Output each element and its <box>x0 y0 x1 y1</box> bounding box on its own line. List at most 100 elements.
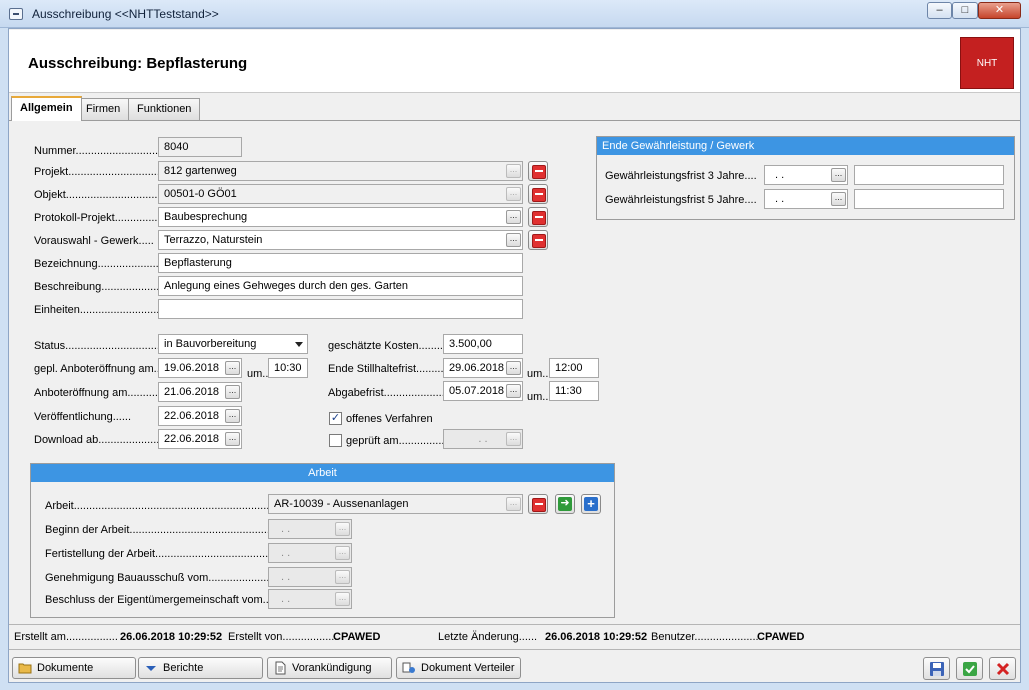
offenes-verfahren-checkbox[interactable]: ✓ <box>329 412 342 425</box>
arbeit-remove-button[interactable] <box>528 494 548 514</box>
status-value: in Bauvorbereitung <box>164 338 257 350</box>
status-label: Status.................................. <box>34 340 170 352</box>
vorauswahl-field[interactable]: Terrazzo, Naturstein <box>158 230 523 250</box>
stillhalte-label: Ende Stillhaltefrist........... <box>328 363 450 375</box>
erstellt-von-value: CPAWED <box>333 631 381 643</box>
tab-funktionen[interactable]: Funktionen <box>128 98 201 120</box>
protokoll-field[interactable]: Baubesprechung <box>158 207 523 227</box>
veroeff-label: Veröffentlichung...... <box>34 411 132 423</box>
vorankuendigung-button-label: Vorankündigung <box>292 662 372 674</box>
geprueft-date-picker-button[interactable]: ... <box>506 432 521 446</box>
genehmigung-label: Genehmigung Bauausschuß vom.............… <box>45 572 282 584</box>
chevron-down-icon <box>295 342 303 347</box>
erstellt-am-label: Erstellt am................. <box>14 631 118 643</box>
beginn-label: Beginn der Arbeit.......................… <box>45 524 292 536</box>
einheiten-field[interactable] <box>158 299 523 319</box>
page-title: Ausschreibung: Bepflasterung <box>28 55 248 72</box>
gepl-label: gepl. Anboteröffnung am.. <box>34 363 160 375</box>
protokoll-label: Protokoll-Projekt.................. <box>34 212 170 224</box>
anbot-label: Anboteröffnung am.......... <box>34 387 158 399</box>
stillhalte-date-picker-button[interactable]: ... <box>506 361 521 375</box>
plus-icon: + <box>584 497 598 511</box>
vorauswahl-browse-button[interactable]: ... <box>506 233 521 247</box>
download-label: Download ab..................... <box>34 434 163 446</box>
minimize-button[interactable]: – <box>927 2 952 19</box>
close-button[interactable]: ✕ <box>978 2 1021 19</box>
projekt-field[interactable]: 812 gartenweg <box>158 161 523 181</box>
dokumente-button-label: Dokumente <box>37 662 94 674</box>
anbot-date-picker-button[interactable]: ... <box>225 385 240 399</box>
dokument-verteiler-button[interactable]: Dokument Verteiler <box>396 657 521 679</box>
offenes-verfahren-label: offenes Verfahren <box>346 413 433 425</box>
gewaehr-3-note-field[interactable] <box>854 165 1004 185</box>
vorauswahl-label: Vorauswahl - Gewerk..... <box>34 235 154 247</box>
nummer-label: Nummer............................. <box>34 145 165 157</box>
benutzer-value: CPAWED <box>757 631 805 643</box>
projekt-browse-button[interactable]: ... <box>506 164 521 178</box>
fertigstellung-label: Fertistellung der Arbeit................… <box>45 548 302 560</box>
distribution-icon <box>402 662 415 673</box>
cancel-button[interactable] <box>989 657 1016 680</box>
folder-icon <box>18 663 32 674</box>
benutzer-label: Benutzer...................... <box>651 631 762 643</box>
arbeit-group-title: Arbeit <box>31 464 614 482</box>
nummer-field[interactable]: 8040 <box>158 137 242 157</box>
kosten-label: geschätzte Kosten......... <box>328 340 447 352</box>
system-menu-icon[interactable] <box>9 8 23 20</box>
stillhalte-um-label: um.. <box>527 368 549 380</box>
bezeichnung-field[interactable]: Bepflasterung <box>158 253 523 273</box>
status-select[interactable]: in Bauvorbereitung <box>158 334 308 354</box>
download-date-picker-button[interactable]: ... <box>225 432 240 446</box>
arbeit-browse-button[interactable]: ... <box>506 497 521 511</box>
abgabe-time-field[interactable]: 11:30 <box>549 381 599 401</box>
gewaehr-5-date-picker-button[interactable]: ... <box>831 192 846 206</box>
abgabe-date-picker-button[interactable]: ... <box>506 384 521 398</box>
objekt-browse-button[interactable]: ... <box>506 187 521 201</box>
objekt-remove-button[interactable] <box>528 184 548 204</box>
veroeff-date-picker-button[interactable]: ... <box>225 409 240 423</box>
kosten-field[interactable]: 3.500,00 <box>443 334 523 354</box>
arbeit-field[interactable]: AR-10039 - Aussenanlagen <box>268 494 523 514</box>
gewaehr-5-note-field[interactable] <box>854 189 1004 209</box>
gepl-um-label: um.. <box>247 368 269 380</box>
abgabe-um-label: um.. <box>527 391 549 403</box>
gepl-time-field[interactable]: 10:30 <box>268 358 308 378</box>
tab-allgemein[interactable]: Allgemein <box>11 96 82 121</box>
floppy-disk-icon <box>930 662 944 676</box>
maximize-button[interactable]: □ <box>952 2 978 19</box>
gewaehr-3-label: Gewährleistungsfrist 3 Jahre.... <box>605 170 757 182</box>
gewaehr-3-date-picker-button[interactable]: ... <box>831 168 846 182</box>
beginn-date-picker-button[interactable]: ... <box>335 522 350 536</box>
ok-button[interactable] <box>956 657 983 680</box>
dokument-verteiler-button-label: Dokument Verteiler <box>421 662 515 674</box>
protokoll-remove-button[interactable] <box>528 207 548 227</box>
tab-firmen[interactable]: Firmen <box>77 98 130 120</box>
berichte-button[interactable]: Berichte <box>138 657 263 679</box>
beschreibung-label: Beschreibung.................... <box>34 281 163 293</box>
vorankuendigung-button[interactable]: Vorankündigung <box>267 657 392 679</box>
geprueft-checkbox[interactable] <box>329 434 342 447</box>
geprueft-label: geprüft am............... <box>346 435 445 447</box>
projekt-remove-button[interactable] <box>528 161 548 181</box>
beschluss-date-picker-button[interactable]: ... <box>335 592 350 606</box>
stillhalte-time-field[interactable]: 12:00 <box>549 358 599 378</box>
nht-logo: NHT <box>960 37 1014 89</box>
arbeit-add-button[interactable]: + <box>581 494 601 514</box>
gepl-date-picker-button[interactable]: ... <box>225 361 240 375</box>
arbeit-goto-button[interactable]: ➜ <box>555 494 575 514</box>
beschluss-label: Beschluss der Eigentümergemeinschaft vom… <box>45 594 275 606</box>
dokumente-button[interactable]: Dokumente <box>12 657 136 679</box>
fertigstellung-date-picker-button[interactable]: ... <box>335 546 350 560</box>
genehmigung-date-picker-button[interactable]: ... <box>335 570 350 584</box>
erstellt-am-value: 26.06.2018 10:29:52 <box>120 631 223 643</box>
abgabe-label: Abgabefrist........................ <box>328 387 457 399</box>
letzte-aenderung-label: Letzte Änderung...... <box>438 631 538 643</box>
cancel-x-icon <box>996 662 1010 676</box>
save-button[interactable] <box>923 657 950 680</box>
vorauswahl-remove-button[interactable] <box>528 230 548 250</box>
protokoll-browse-button[interactable]: ... <box>506 210 521 224</box>
triangle-down-icon <box>146 666 156 671</box>
objekt-field[interactable]: 00501-0 GÖ01 <box>158 184 523 204</box>
checkmark-icon <box>963 662 977 676</box>
beschreibung-field[interactable]: Anlegung eines Gehweges durch den ges. G… <box>158 276 523 296</box>
